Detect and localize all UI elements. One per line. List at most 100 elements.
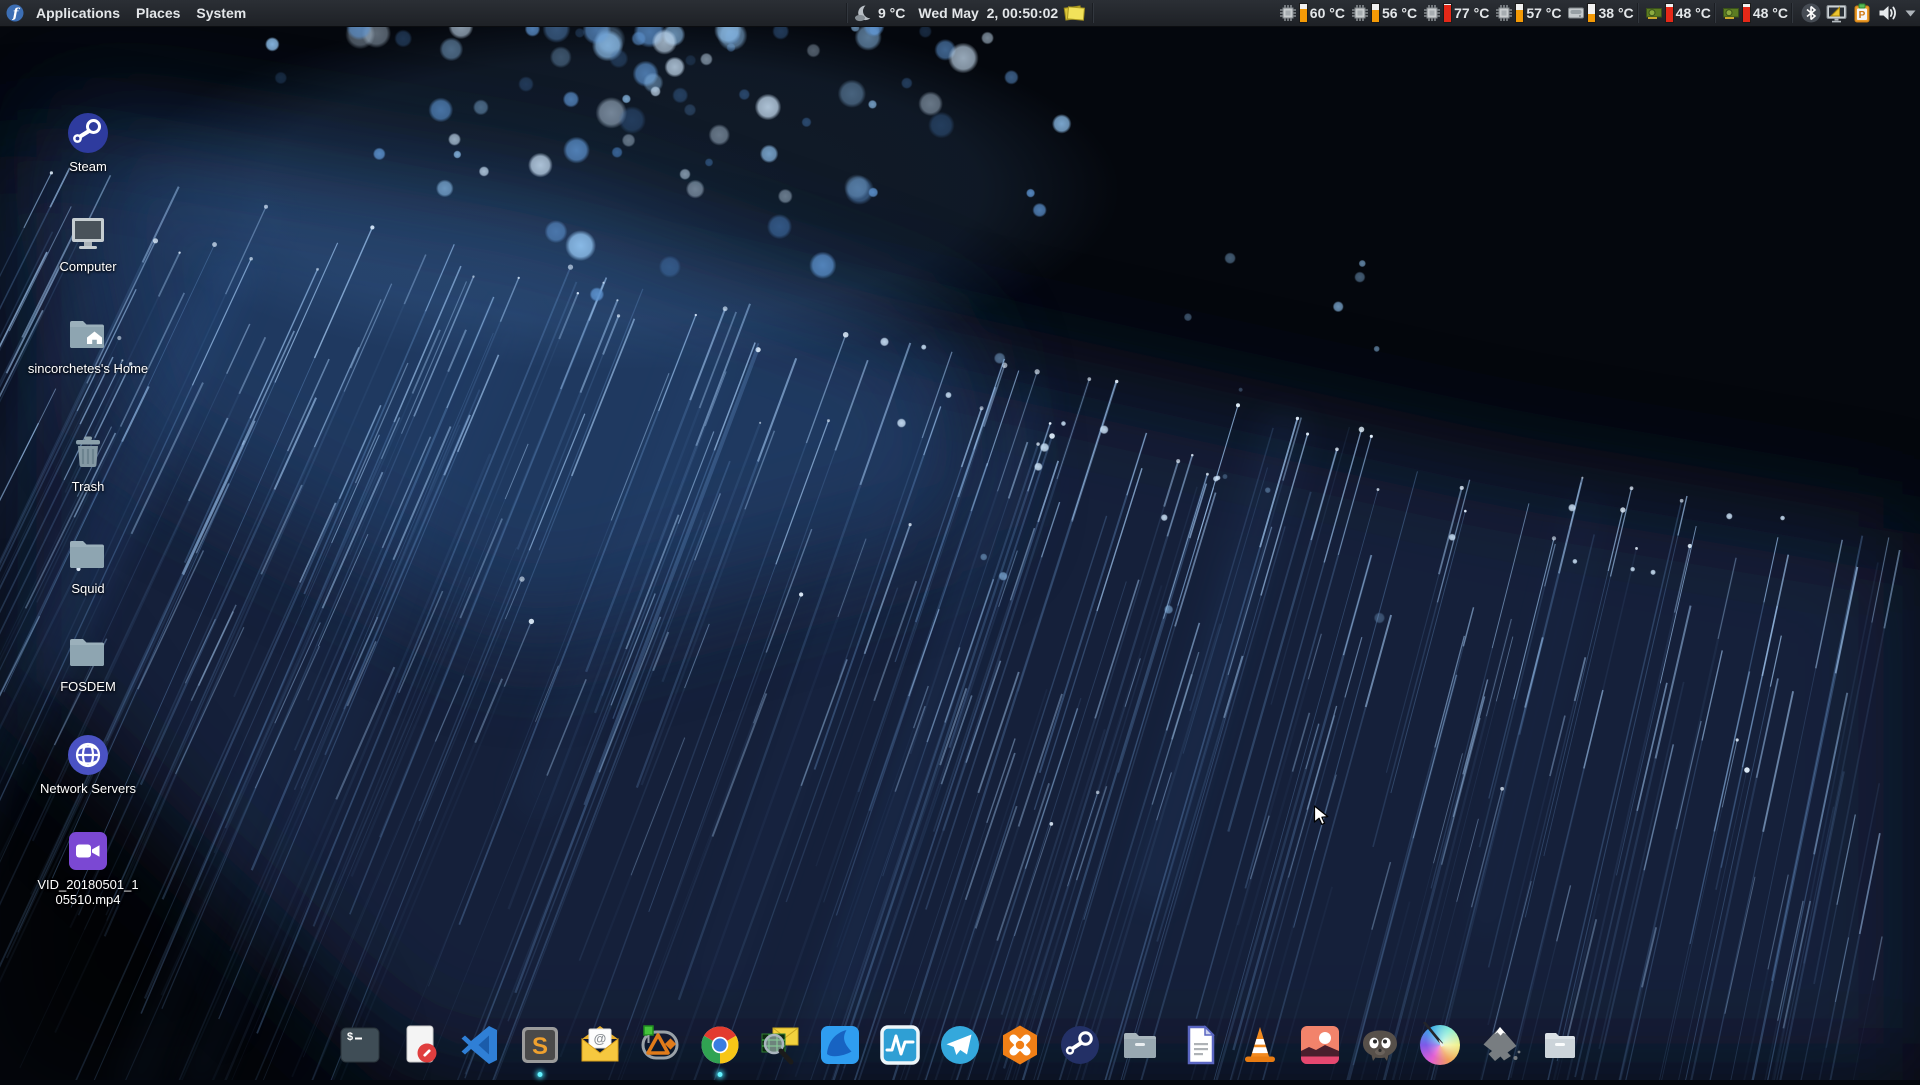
desktop-icon-network-servers[interactable]: Network Servers: [20, 732, 156, 796]
thermometer: [1587, 3, 1596, 23]
dock-item-image-viewer[interactable]: [1298, 1023, 1342, 1067]
dock-item-vscode[interactable]: [458, 1023, 502, 1067]
desktop-icon-label: Network Servers: [40, 781, 136, 796]
krita-icon: [1420, 1025, 1460, 1065]
dock-item-telegram[interactable]: [938, 1023, 982, 1067]
desktop-icon-squid[interactable]: Squid: [20, 532, 156, 596]
dock-item-wireshark[interactable]: [818, 1023, 862, 1067]
menu-applications[interactable]: Applications: [28, 0, 128, 26]
cpu-chip-icon: [1495, 4, 1513, 22]
desktop-icon-label: Squid: [71, 581, 104, 596]
desktop-icon-trash[interactable]: Trash: [20, 430, 156, 494]
desktop-icon-label: FOSDEM: [60, 679, 116, 694]
desktop-icon-fosdem[interactable]: FOSDEM: [20, 630, 156, 694]
dock-item-sublime-text[interactable]: S: [518, 1023, 562, 1067]
text-editor-icon: [398, 1023, 442, 1067]
desktop-icon-home[interactable]: sincorchetes's Home: [20, 312, 156, 376]
dock: $ S @: [0, 1023, 1920, 1067]
trash-can-icon: [65, 430, 111, 476]
cpu-chip-icon: [1351, 4, 1369, 22]
desktop-icon-label: Steam: [69, 159, 107, 174]
sensor-value: 48 °C: [1753, 5, 1788, 21]
sensor-cpu-temp[interactable]: 60 °C: [1279, 3, 1345, 23]
sensor-cpu-temp[interactable]: 56 °C: [1351, 3, 1417, 23]
running-indicator: [538, 1072, 543, 1077]
home-folder-icon: [65, 312, 111, 358]
volume-icon[interactable]: [1877, 3, 1898, 23]
panel-separator: [846, 3, 848, 23]
panel-separator: [1637, 3, 1639, 23]
sensor-value: 77 °C: [1454, 5, 1489, 21]
fedora-logo-icon: f: [6, 4, 24, 22]
dock-item-vlc[interactable]: [1238, 1023, 1282, 1067]
dock-item-krita[interactable]: [1418, 1023, 1462, 1067]
image-viewer-icon: [1298, 1023, 1342, 1067]
sticky-notes-icon[interactable]: [1063, 4, 1087, 22]
dock-item-file-manager[interactable]: [1118, 1023, 1162, 1067]
desktop-icon-computer[interactable]: Computer: [20, 210, 156, 274]
system-monitor-icon: [878, 1023, 922, 1067]
sensor-gpu-temp[interactable]: 48 °C: [1722, 3, 1788, 23]
thermometer: [1299, 3, 1308, 23]
vscode-icon: [458, 1023, 502, 1067]
mouse-cursor: [1313, 805, 1333, 832]
sensor-value: 48 °C: [1676, 5, 1711, 21]
dock-item-email[interactable]: @: [578, 1023, 622, 1067]
desktop-icon-label: sincorchetes's Home: [28, 361, 148, 376]
sensor-value: 38 °C: [1598, 5, 1633, 21]
menu-places[interactable]: Places: [128, 0, 188, 26]
dock-item-archive-manager[interactable]: [1538, 1023, 1582, 1067]
svg-text:@: @: [594, 1031, 607, 1046]
gpu-card-icon: [1722, 4, 1740, 22]
thermometer: [1443, 3, 1452, 23]
clock-text[interactable]: Wed May 2, 00:50:02: [918, 5, 1058, 21]
desktop-icon-video-file[interactable]: VID_20180501_105510.mp4: [20, 828, 156, 908]
desktop-icon-label: Trash: [72, 479, 105, 494]
bluetooth-icon[interactable]: [1801, 3, 1821, 23]
dock-item-inkscape[interactable]: [1478, 1023, 1522, 1067]
thermometer: [1371, 3, 1380, 23]
sensor-cpu-temp[interactable]: 57 °C: [1495, 3, 1561, 23]
panel-separator: [1791, 3, 1793, 23]
sensor-value: 56 °C: [1382, 5, 1417, 21]
thermometer: [1665, 3, 1674, 23]
dock-item-text-editor[interactable]: [398, 1023, 442, 1067]
menu-system[interactable]: System: [188, 0, 254, 26]
dock-item-chrome[interactable]: [698, 1023, 742, 1067]
sensor-cpu-temp[interactable]: 77 °C: [1423, 3, 1489, 23]
dock-item-libreoffice[interactable]: [1178, 1023, 1222, 1067]
desktop-icon-steam[interactable]: Steam: [20, 110, 156, 174]
sensor-gpu-temp[interactable]: 48 °C: [1645, 3, 1711, 23]
cpu-chip-icon: [1423, 4, 1441, 22]
gimp-icon: [1358, 1023, 1402, 1067]
gpu-card-icon: [1645, 4, 1663, 22]
panel-expand-arrow-icon[interactable]: [1905, 10, 1916, 17]
wireshark-icon: [818, 1023, 862, 1067]
archive-folder-icon: [1538, 1023, 1582, 1067]
dia-icon: [638, 1023, 682, 1067]
panel-tray: 60 °C 56 °C 77 °C: [1276, 0, 1920, 26]
dock-item-dia[interactable]: [638, 1023, 682, 1067]
sensor-value: 57 °C: [1526, 5, 1561, 21]
clock-applet[interactable]: 9 °C Wed May 2, 00:50:02: [846, 0, 1094, 26]
wallpaper: [0, 0, 1920, 1080]
cpu-chip-icon: [1279, 4, 1297, 22]
dock-item-gimp[interactable]: [1358, 1023, 1402, 1067]
desktop-icon-label: VID_20180501_105510.mp4: [37, 877, 139, 908]
sensor-value: 60 °C: [1310, 5, 1345, 21]
dock-item-steam[interactable]: [1058, 1023, 1102, 1067]
email-icon: @: [578, 1023, 622, 1067]
display-settings-icon[interactable]: [1826, 4, 1847, 23]
dock-item-hexchat[interactable]: [998, 1023, 1042, 1067]
steam-icon: [1058, 1023, 1102, 1067]
dock-item-system-monitor[interactable]: [878, 1023, 922, 1067]
dock-item-terminal[interactable]: $: [338, 1023, 382, 1067]
libreoffice-icon: [1178, 1023, 1222, 1067]
video-file-icon: [65, 828, 111, 874]
sensor-disk-temp[interactable]: 38 °C: [1567, 3, 1633, 23]
dock-item-network-analyzer[interactable]: [758, 1023, 802, 1067]
clipboard-manager-icon[interactable]: P: [1852, 3, 1872, 23]
panel-separator: [1092, 3, 1094, 23]
svg-text:$: $: [347, 1031, 353, 1043]
folder-icon: [1118, 1023, 1162, 1067]
